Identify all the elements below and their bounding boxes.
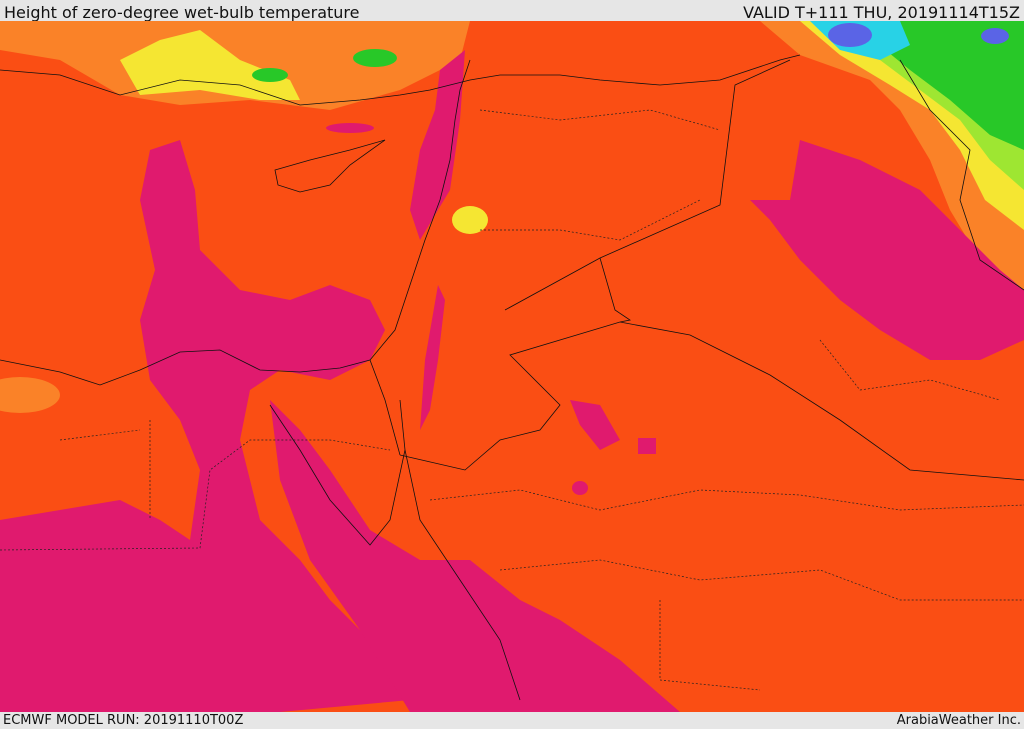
weather-map[interactable] [0, 21, 1024, 712]
valid-time: VALID T+111 THU, 20191114T15Z [743, 3, 1020, 22]
model-run: ECMWF MODEL RUN: 20191110T00Z [3, 713, 244, 728]
blue-cell [828, 23, 872, 47]
yellow-cell [452, 206, 488, 234]
magenta-cell [638, 438, 656, 454]
blue-cell [981, 28, 1009, 44]
green-cell [353, 49, 397, 67]
green-cell [252, 68, 288, 82]
magenta-cell [326, 123, 374, 133]
map-footer: ECMWF MODEL RUN: 20191110T00Z ArabiaWeat… [0, 712, 1024, 729]
magenta-cell [572, 481, 588, 495]
map-header: Height of zero-degree wet-bulb temperatu… [0, 0, 1024, 22]
credit: ArabiaWeather Inc. [896, 713, 1021, 728]
map-title: Height of zero-degree wet-bulb temperatu… [4, 3, 360, 22]
